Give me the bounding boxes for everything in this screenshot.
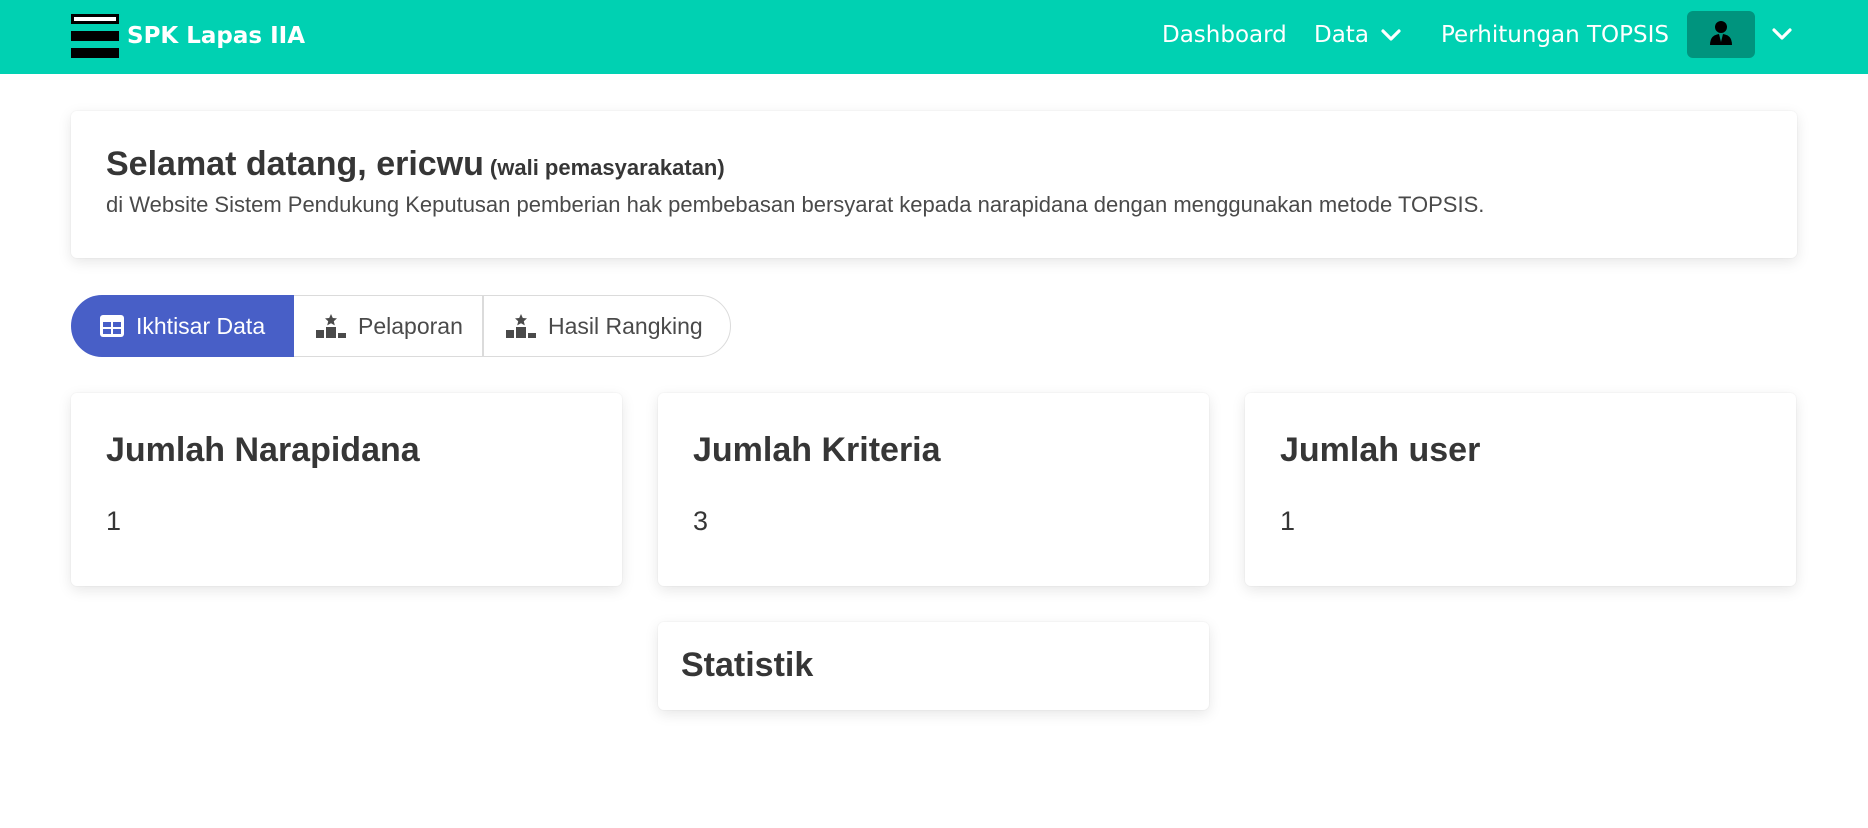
nav-dashboard-label: Dashboard <box>1162 22 1287 48</box>
podium-icon <box>316 314 346 338</box>
tab-hasil-rangking[interactable]: Hasil Rangking <box>483 295 731 357</box>
tab-pelaporan-label: Pelaporan <box>358 312 463 339</box>
statistik-card: Statistik <box>658 622 1209 710</box>
stat-title: Jumlah user <box>1280 431 1481 469</box>
user-role: (wali pemasyarakatan) <box>489 155 725 180</box>
statistik-title: Statistik <box>681 646 814 684</box>
stat-value: 3 <box>693 506 709 536</box>
welcome-title: Selamat datang, ericwu (wali pemasyarakat… <box>106 145 1762 184</box>
podium-icon <box>506 314 536 338</box>
brand-link[interactable]: SPK Lapas IIA <box>71 14 305 58</box>
tab-bar: Ikhtisar Data Pelaporan Hasil Rangking <box>71 295 731 357</box>
nav-data-label: Data <box>1314 22 1369 48</box>
nav-topsis-label: Perhitungan TOPSIS <box>1441 22 1669 48</box>
stat-card-narapidana: Jumlah Narapidana 1 <box>71 393 622 586</box>
user-icon <box>1709 20 1733 50</box>
stat-title: Jumlah Kriteria <box>693 431 941 469</box>
nav-topsis-link[interactable]: Perhitungan TOPSIS <box>1441 22 1669 48</box>
table-icon <box>100 315 124 337</box>
user-menu-button[interactable] <box>1687 11 1755 58</box>
nav-data-dropdown[interactable]: Data <box>1314 22 1401 48</box>
stat-value: 1 <box>106 506 122 536</box>
stat-card-user: Jumlah user 1 <box>1245 393 1796 586</box>
chevron-down-icon <box>1381 22 1401 48</box>
welcome-card: Selamat datang, ericwu (wali pemasyarakat… <box>71 111 1797 258</box>
tab-hasil-rangking-label: Hasil Rangking <box>548 312 703 339</box>
stat-title: Jumlah Narapidana <box>106 431 420 469</box>
tab-ikhtisar-data-label: Ikhtisar Data <box>136 312 266 339</box>
welcome-subtitle: di Website Sistem Pendukung Keputusan pe… <box>106 192 1485 217</box>
nav-dashboard-link[interactable]: Dashboard <box>1162 22 1287 48</box>
stat-value: 1 <box>1280 506 1296 536</box>
menu-bars-icon <box>71 14 119 58</box>
user-menu-chevron-icon[interactable] <box>1772 26 1792 45</box>
tab-pelaporan[interactable]: Pelaporan <box>294 295 483 357</box>
stat-card-kriteria: Jumlah Kriteria 3 <box>658 393 1209 586</box>
welcome-greeting: Selamat datang, ericwu <box>106 145 484 183</box>
tab-ikhtisar-data[interactable]: Ikhtisar Data <box>71 295 294 357</box>
brand-title: SPK Lapas IIA <box>127 23 306 49</box>
top-navbar: SPK Lapas IIA Dashboard Data Perhitungan… <box>0 0 1868 74</box>
